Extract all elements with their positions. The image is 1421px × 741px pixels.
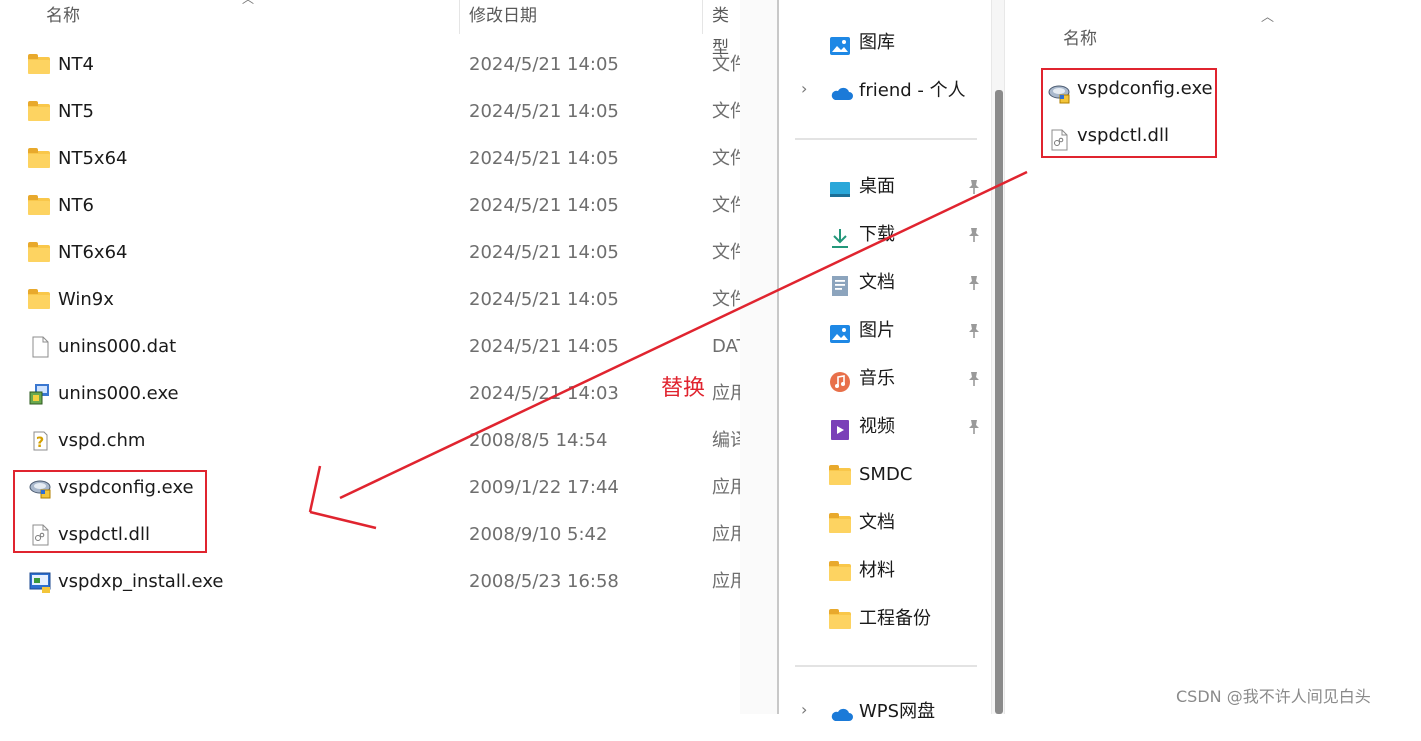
arrow-head-lower [309, 510, 377, 530]
replace-arrow [308, 170, 1028, 530]
arrow-head-upper [308, 465, 322, 513]
watermark: CSDN @我不许人间见白头 [1176, 687, 1371, 706]
arrow-shaft [339, 170, 1028, 500]
replace-annotation-label: 替换 [661, 376, 706, 401]
